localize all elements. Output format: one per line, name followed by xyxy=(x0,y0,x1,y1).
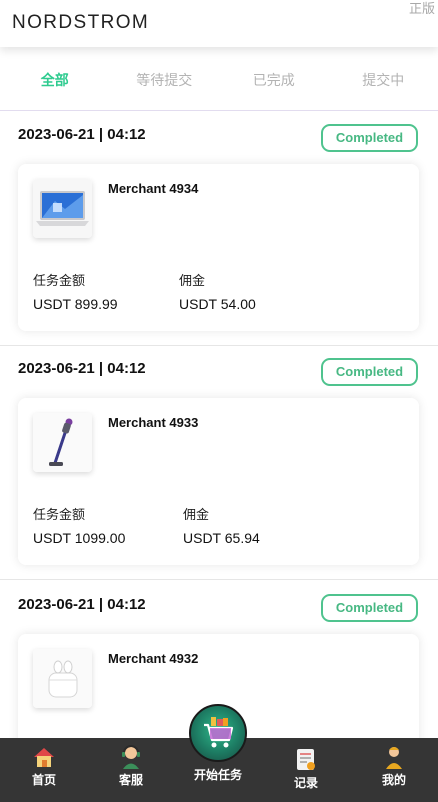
task-amount-value: USDT 899.99 xyxy=(33,296,118,312)
nav-service[interactable]: 客服 xyxy=(101,738,161,802)
corner-label: 正版 xyxy=(408,1,435,16)
start-task-label: 开始任务 xyxy=(193,768,242,782)
laptop-image xyxy=(33,179,92,238)
order-card[interactable]: Merchant 4934 任务金额 佣金 USDT 899.99 USDT 5… xyxy=(18,164,419,331)
nav-home[interactable]: 首页 xyxy=(14,738,74,802)
records-icon xyxy=(297,749,315,770)
task-amount-label: 任务金额 xyxy=(33,507,86,522)
status-badge: Completed xyxy=(321,124,418,152)
nav-records[interactable]: 记录 xyxy=(276,738,336,802)
shopping-cart-icon xyxy=(204,717,234,748)
status-badge: Completed xyxy=(321,594,418,622)
user-profile-icon xyxy=(386,747,402,769)
nav-mine[interactable]: 我的 xyxy=(364,738,424,802)
merchant-name: Merchant 4934 xyxy=(108,181,199,196)
order-item: 2023-06-21 | 04:12 Completed Merchant 49… xyxy=(0,112,438,346)
brand-logo: NORDSTROM xyxy=(12,12,150,33)
stick-vacuum-image xyxy=(33,413,92,472)
commission-value: USDT 54.00 xyxy=(179,296,256,312)
commission-label: 佣金 xyxy=(183,507,210,522)
order-item: 2023-06-21 | 04:12 Completed Merchant 49… xyxy=(0,346,438,580)
order-divider xyxy=(0,579,438,580)
commission-value: USDT 65.94 xyxy=(183,530,260,546)
order-datetime: 2023-06-21 | 04:12 xyxy=(18,596,146,613)
order-datetime: 2023-06-21 | 04:12 xyxy=(18,126,146,143)
merchant-name: Merchant 4933 xyxy=(108,415,199,430)
commission-label: 佣金 xyxy=(179,273,206,288)
nav-mine-label: 我的 xyxy=(381,773,406,787)
status-badge: Completed xyxy=(321,358,418,386)
page: NORDSTROM 正版 全部 等待提交 已完成 提交中 2023-06-21 … xyxy=(0,0,438,802)
tab-all[interactable]: 全部 xyxy=(0,60,110,100)
task-amount-label: 任务金额 xyxy=(33,273,86,288)
task-amount-value: USDT 1099.00 xyxy=(33,530,126,546)
nav-home-label: 首页 xyxy=(31,773,56,787)
tab-completed[interactable]: 已完成 xyxy=(219,60,329,100)
top-header: NORDSTROM 正版 xyxy=(0,0,438,47)
home-icon xyxy=(34,748,54,767)
order-filter-tabs: 全部 等待提交 已完成 提交中 xyxy=(0,60,438,100)
nav-records-label: 记录 xyxy=(293,776,318,790)
tab-pending[interactable]: 等待提交 xyxy=(110,60,220,100)
start-task-button[interactable] xyxy=(189,704,247,762)
nav-service-label: 客服 xyxy=(118,773,143,787)
order-datetime: 2023-06-21 | 04:12 xyxy=(18,360,146,377)
earbuds-case-image xyxy=(33,649,92,708)
tabs-divider xyxy=(0,110,438,111)
support-agent-icon xyxy=(122,745,140,769)
merchant-name: Merchant 4932 xyxy=(108,651,199,666)
order-card[interactable]: Merchant 4933 任务金额 佣金 USDT 1099.00 USDT … xyxy=(18,398,419,565)
tab-submitting[interactable]: 提交中 xyxy=(329,60,438,100)
